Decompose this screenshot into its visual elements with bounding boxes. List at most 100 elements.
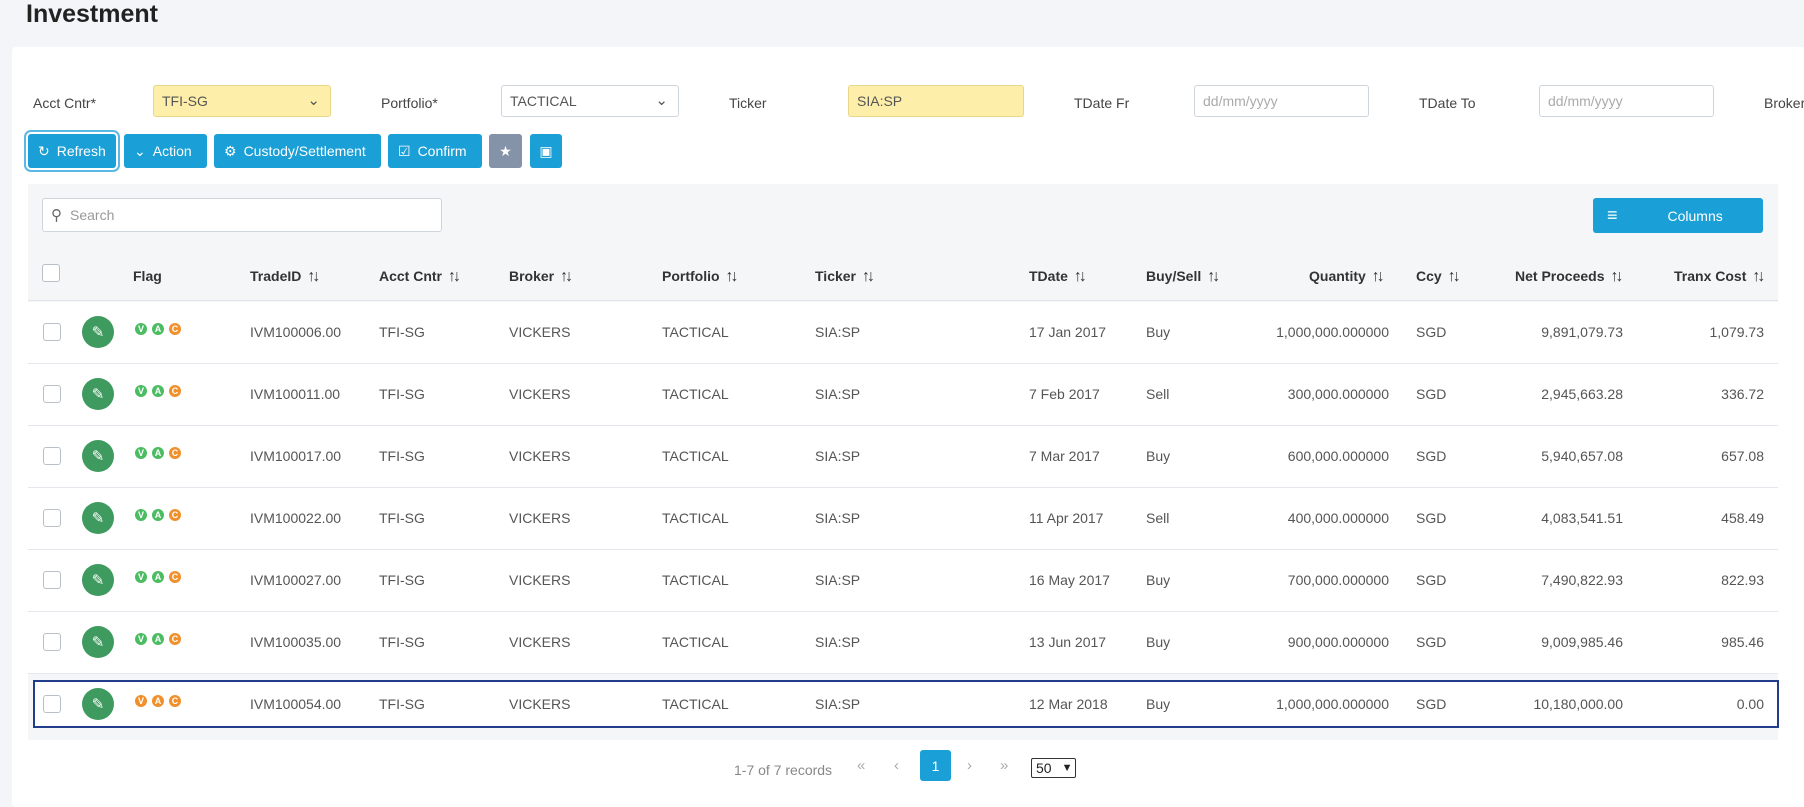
header-portfolio-label: Portfolio	[662, 268, 720, 284]
row-checkbox[interactable]	[43, 447, 61, 465]
header-portfolio[interactable]: Portfolio ↑↓	[662, 268, 739, 286]
search-input[interactable]: ⚲ Search	[42, 198, 442, 232]
row-checkbox[interactable]	[43, 633, 61, 651]
tdate-to-placeholder: dd/mm/yyyy	[1548, 93, 1623, 109]
tdate-cell: 13 Jun 2017	[1029, 634, 1107, 650]
broker-cell: VICKERS	[509, 696, 571, 712]
page-size-value: 50	[1036, 760, 1052, 776]
row-checkbox[interactable]	[43, 695, 61, 713]
flag-v-icon: V	[135, 509, 147, 521]
ccy-cell: SGD	[1416, 324, 1447, 340]
header-buysell[interactable]: Buy/Sell ↑↓	[1146, 268, 1220, 286]
broker-cell: VICKERS	[509, 386, 571, 402]
net-proceeds-cell: 5,940,657.08	[1541, 448, 1623, 464]
net-proceeds-cell: 2,945,663.28	[1541, 386, 1623, 402]
sort-icon[interactable]: ↑↓	[448, 268, 461, 285]
columns-button[interactable]: ≡ Columns	[1593, 198, 1763, 233]
ccy-cell: SGD	[1416, 386, 1447, 402]
sort-icon[interactable]: ↑↓	[1610, 268, 1623, 285]
edit-icon[interactable]: ✎	[82, 502, 114, 534]
header-tradeid[interactable]: TradeID ↑↓	[250, 268, 320, 286]
flag-v-icon: V	[135, 385, 147, 397]
row-checkbox[interactable]	[43, 385, 61, 403]
header-net-label: Net Proceeds	[1515, 268, 1605, 284]
sort-icon[interactable]: ↑↓	[1752, 268, 1765, 285]
favorite-button[interactable]: ★	[489, 134, 522, 168]
select-all-checkbox[interactable]	[42, 264, 60, 282]
sort-icon[interactable]: ↑↓	[1207, 268, 1220, 285]
row-checkbox[interactable]	[43, 571, 61, 589]
header-net-proceeds[interactable]: Net Proceeds ↑↓	[1515, 268, 1623, 286]
custody-settlement-button[interactable]: ⚙ Custody/Settlement	[214, 134, 381, 168]
tranx-cost-cell: 336.72	[1721, 386, 1764, 402]
acct-cntr-label: Acct Cntr*	[33, 95, 97, 111]
trade-id-cell: IVM100022.00	[250, 510, 342, 526]
sort-icon[interactable]: ↑↓	[726, 268, 739, 285]
edit-icon[interactable]: ✎	[82, 564, 114, 596]
sort-icon[interactable]: ↑↓	[862, 268, 875, 285]
flag-c-icon: C	[169, 385, 181, 397]
sort-icon[interactable]: ↑↓	[560, 268, 573, 285]
save-button[interactable]: ▣	[530, 134, 562, 168]
check-square-icon: ☑	[398, 142, 411, 159]
flag-v-icon: V	[135, 695, 147, 707]
sort-icon[interactable]: ↑↓	[1372, 268, 1385, 285]
edit-icon[interactable]: ✎	[82, 626, 114, 658]
flag-v-icon: V	[135, 633, 147, 645]
first-page-icon[interactable]: «	[857, 757, 865, 774]
sort-icon[interactable]: ↑↓	[1448, 268, 1461, 285]
row-checkbox[interactable]	[43, 323, 61, 341]
tdate-to-input[interactable]: dd/mm/yyyy	[1539, 85, 1714, 117]
header-quantity[interactable]: Quantity ↑↓	[1309, 268, 1385, 286]
header-tranx-label: Tranx Cost	[1674, 268, 1747, 284]
last-page-icon[interactable]: »	[1000, 757, 1008, 774]
next-page-icon[interactable]: ›	[967, 757, 972, 774]
quantity-cell: 700,000.000000	[1287, 572, 1389, 588]
trade-id-cell: IVM100027.00	[250, 572, 342, 588]
tdate-cell: 12 Mar 2018	[1029, 696, 1108, 712]
header-acct-cntr[interactable]: Acct Cntr ↑↓	[379, 268, 461, 286]
header-ccy[interactable]: Ccy ↑↓	[1416, 268, 1461, 286]
ticker-cell: SIA:SP	[815, 634, 861, 650]
header-ticker[interactable]: Ticker ↑↓	[815, 268, 875, 286]
header-tdate[interactable]: TDate ↑↓	[1029, 268, 1087, 286]
header-broker[interactable]: Broker ↑↓	[509, 268, 573, 286]
acct-cntr-select[interactable]: TFI-SG ⌄	[153, 85, 331, 117]
header-tranx-cost[interactable]: Tranx Cost ↑↓	[1674, 268, 1765, 286]
tdate-cell: 11 Apr 2017	[1029, 510, 1104, 526]
edit-icon[interactable]: ✎	[82, 440, 114, 472]
acct-cntr-cell: TFI-SG	[379, 448, 425, 464]
trade-id-cell: IVM100011.00	[250, 386, 341, 402]
acct-cntr-cell: TFI-SG	[379, 510, 425, 526]
quantity-cell: 1,000,000.000000	[1276, 696, 1389, 712]
broker-cell: VICKERS	[509, 448, 571, 464]
ccy-cell: SGD	[1416, 572, 1447, 588]
flag-a-icon: A	[152, 633, 164, 645]
row-checkbox[interactable]	[43, 509, 61, 527]
portfolio-cell: TACTICAL	[662, 386, 729, 402]
gear-icon: ⚙	[224, 142, 237, 159]
sort-icon[interactable]: ↑↓	[1074, 268, 1087, 285]
edit-icon[interactable]: ✎	[82, 378, 114, 410]
edit-icon[interactable]: ✎	[82, 688, 114, 720]
portfolio-select[interactable]: TACTICAL ⌄	[501, 85, 679, 117]
prev-page-icon[interactable]: ‹	[894, 757, 899, 774]
sort-icon[interactable]: ↑↓	[307, 268, 320, 285]
page-size-select[interactable]: 50 ▼	[1031, 758, 1076, 778]
acct-cntr-value: TFI-SG	[162, 93, 208, 109]
net-proceeds-cell: 9,891,079.73	[1541, 324, 1623, 340]
refresh-button[interactable]: ↻ Refresh	[28, 134, 116, 168]
flag-c-icon: C	[169, 509, 181, 521]
ticker-cell: SIA:SP	[815, 572, 861, 588]
confirm-button[interactable]: ☑ Confirm	[388, 134, 482, 168]
tdate-fr-input[interactable]: dd/mm/yyyy	[1194, 85, 1369, 117]
ticker-cell: SIA:SP	[815, 510, 861, 526]
flag-a-icon: A	[152, 447, 164, 459]
action-button[interactable]: ⌄ Action	[124, 134, 207, 168]
page-button-current[interactable]: 1	[920, 750, 951, 781]
header-broker-label: Broker	[509, 268, 555, 284]
edit-icon[interactable]: ✎	[82, 316, 114, 348]
buysell-cell: Buy	[1146, 634, 1171, 650]
list-icon: ≡	[1607, 205, 1618, 225]
ticker-input[interactable]: SIA:SP	[848, 85, 1024, 117]
